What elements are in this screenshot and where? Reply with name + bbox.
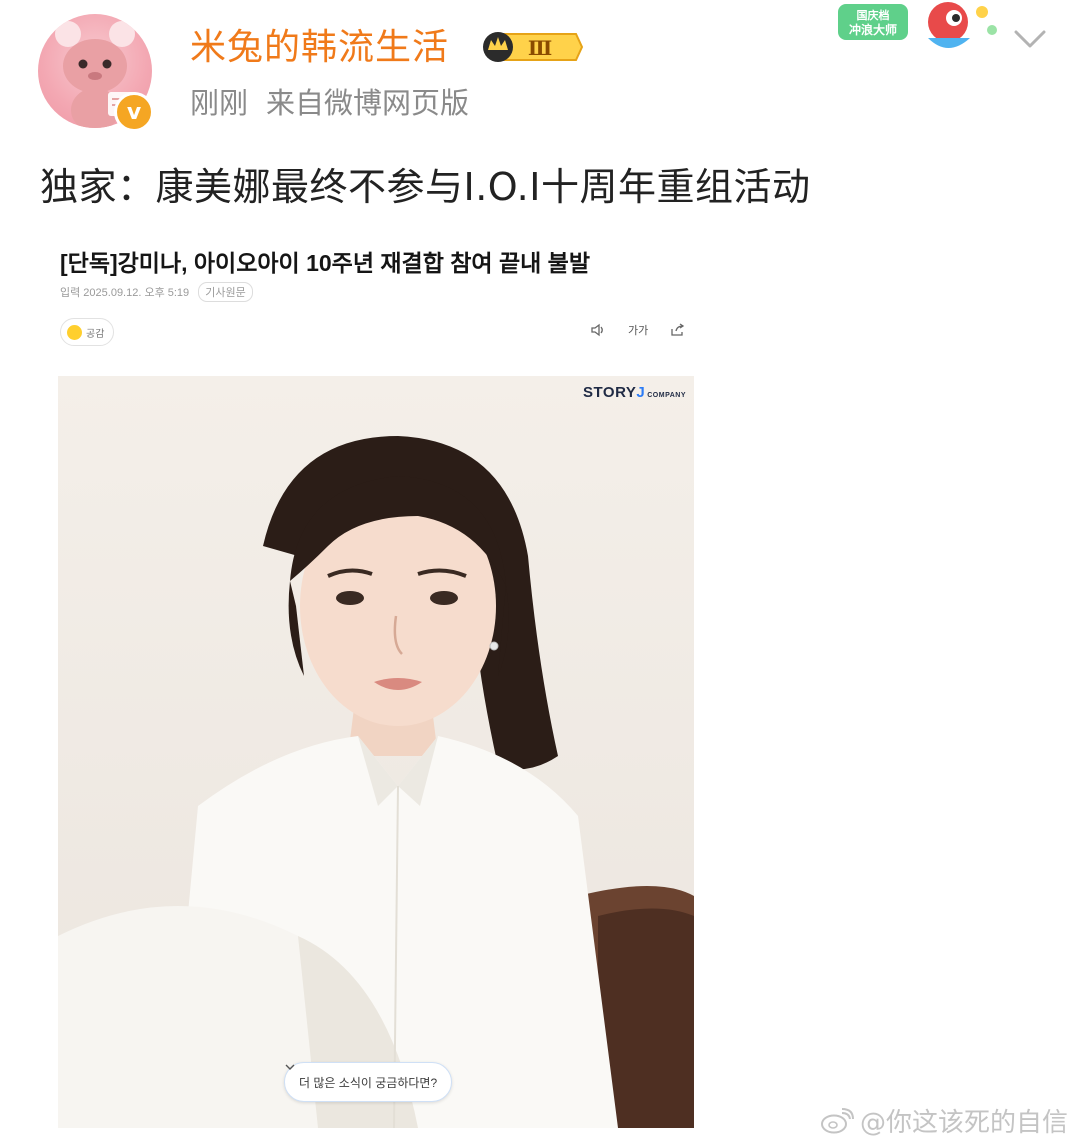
- brand-j: J: [636, 384, 646, 401]
- member-level-badge[interactable]: Ⅲ: [480, 28, 584, 66]
- watermark: @你这该死的自信: [820, 1102, 1068, 1139]
- post-time: 刚刚: [190, 86, 249, 120]
- verified-badge: v: [114, 92, 154, 132]
- portrait-illustration: [58, 436, 694, 1128]
- smile-icon: [67, 324, 82, 340]
- post-source[interactable]: 来自微博网页版: [266, 86, 469, 120]
- post-meta: 刚刚 来自微博网页版: [190, 84, 469, 122]
- photo-brand-logo: STORYJ COMPANY: [583, 384, 686, 401]
- article-photo: STORYJ COMPANY 더 많은 소식이 궁금하다면?: [58, 376, 694, 1128]
- font-size-tool: 가가: [628, 325, 649, 337]
- article-tools: 가가: [590, 322, 686, 338]
- more-news-button: 더 많은 소식이 궁금하다면?: [284, 1062, 453, 1102]
- chevron-down-icon[interactable]: [1010, 22, 1050, 58]
- brand-company: COMPANY: [647, 392, 686, 399]
- level-badge-text: Ⅲ: [528, 36, 552, 60]
- sticker-line2: 冲浪大师: [849, 22, 897, 37]
- event-sticker[interactable]: 国庆档 冲浪大师: [836, 0, 1002, 60]
- article-meta: 입력 2025.09.12. 오후 5:19 기사원문: [60, 282, 253, 302]
- original-article-link: 기사원문: [198, 282, 253, 302]
- post-image[interactable]: [단독]강미나, 아이오아이 10주년 재결합 참여 끝내 불발 입력 2025…: [40, 222, 712, 1134]
- share-icon: [671, 323, 685, 336]
- brand-story: STORY: [583, 384, 637, 401]
- post-text: 独家：康美娜最终不参与I.O.I十周年重组活动: [40, 165, 811, 209]
- article-date: 입력 2025.09.12. 오후 5:19: [60, 287, 190, 299]
- username[interactable]: 米兔的韩流生活: [190, 26, 449, 70]
- weibo-logo-icon: [820, 1107, 854, 1133]
- more-news-label: 더 많은 소식이 궁금하다면?: [299, 1075, 438, 1090]
- speaker-icon: [591, 323, 603, 337]
- empathy-label: 공감: [86, 328, 105, 340]
- watermark-text: @你这该死的自信: [859, 1108, 1068, 1138]
- article-headline: [단독]강미나, 아이오아이 10주년 재결합 참여 끝내 불발: [60, 250, 590, 276]
- chevron-down-small-icon: [285, 1064, 295, 1070]
- empathy-button: 공감: [60, 318, 114, 346]
- sticker-line1: 国庆档: [857, 8, 890, 22]
